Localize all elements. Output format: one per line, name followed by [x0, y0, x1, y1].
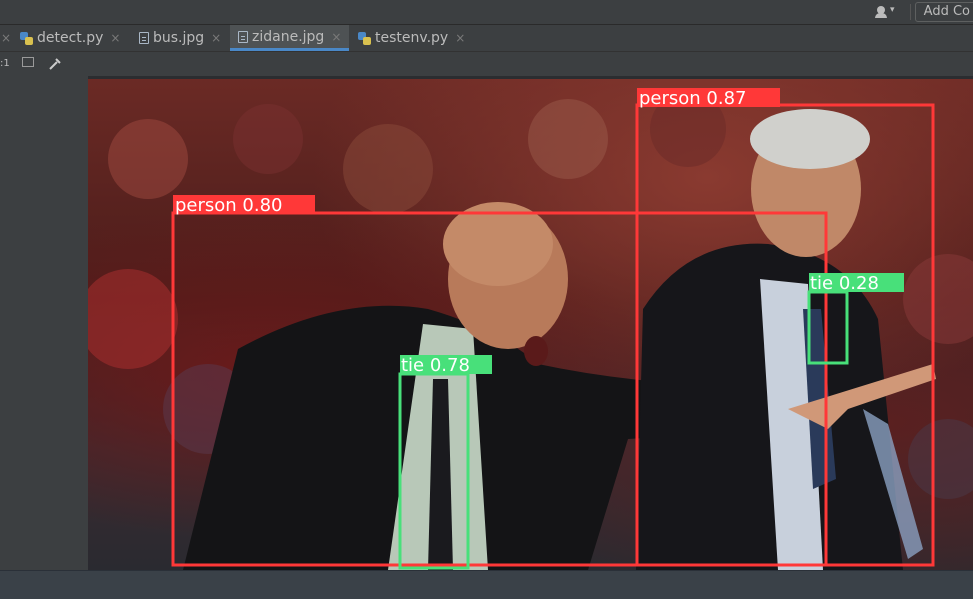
tab-label: detect.py: [37, 30, 104, 46]
tab-label: testenv.py: [375, 30, 449, 46]
detection-person-0-80: person 0.80: [171, 195, 828, 567]
image-file-icon: [238, 30, 248, 43]
image-file-icon: [139, 32, 149, 44]
add-configuration-button[interactable]: Add Co: [914, 2, 973, 22]
detection-label: person 0.80: [175, 195, 283, 216]
tab-label: bus.jpg: [153, 30, 205, 46]
close-icon[interactable]: ×: [331, 30, 341, 44]
tab-bus-jpg[interactable]: bus.jpg ×: [139, 25, 221, 51]
tab-label: zidane.jpg: [252, 28, 325, 45]
left-gutter: [0, 76, 88, 570]
frame-icon[interactable]: [22, 57, 34, 67]
close-icon[interactable]: ×: [455, 31, 465, 45]
tab-detect-py[interactable]: detect.py ×: [20, 25, 120, 51]
color-picker-icon[interactable]: [48, 57, 62, 71]
user-account-icon[interactable]: ▾: [873, 4, 901, 20]
title-bar: ▾ Add Co: [0, 0, 973, 25]
detection-tie-0-78: tie 0.78: [398, 355, 492, 570]
tab-testenv-py[interactable]: testenv.py ×: [358, 25, 465, 51]
detection-label: tie 0.28: [810, 273, 879, 294]
tab-close-icon[interactable]: ×: [0, 25, 11, 51]
tab-zidane-jpg[interactable]: zidane.jpg ×: [230, 25, 350, 51]
image-viewer[interactable]: person 0.87 person 0.80 tie 0.78 tie 0.2…: [88, 76, 973, 570]
toolbar-divider: [910, 4, 911, 20]
image-toolbar: :1: [0, 52, 973, 76]
detection-label: person 0.87: [639, 88, 747, 109]
close-icon[interactable]: ×: [211, 31, 221, 45]
python-file-icon: [358, 31, 371, 45]
editor-tab-bar: × detect.py × bus.jpg × zidane.jpg × tes…: [0, 25, 973, 52]
status-strip: [0, 570, 973, 599]
detection-label: tie 0.78: [401, 355, 470, 376]
detection-overlay: person 0.87 person 0.80 tie 0.78 tie 0.2…: [171, 88, 935, 570]
python-file-icon: [20, 31, 33, 45]
detection-tie-0-28: tie 0.28: [807, 273, 904, 365]
close-icon[interactable]: ×: [110, 31, 120, 45]
detection-person-0-87: person 0.87: [635, 88, 935, 567]
grid-icon[interactable]: :1: [0, 58, 10, 69]
